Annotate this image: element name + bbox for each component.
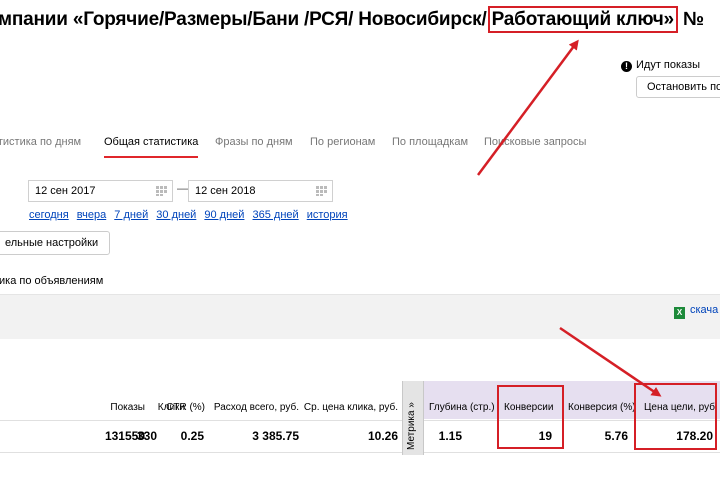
range-365-days[interactable]: 365 дней <box>253 209 299 221</box>
annotation-box-cost-per-goal <box>634 383 717 450</box>
header-impressions[interactable]: Показы <box>110 402 145 413</box>
cell-conversion-rate: 5.76 <box>604 429 628 443</box>
cell-clicks: 330 <box>136 429 157 443</box>
tab-daily-stats[interactable]: атистика по дням <box>0 136 81 148</box>
range-7-days[interactable]: 7 дней <box>114 209 148 221</box>
stop-impressions-button[interactable]: Остановить по <box>636 76 720 98</box>
row-divider <box>0 452 720 453</box>
additional-settings-button[interactable]: ельные настройки <box>0 231 110 255</box>
annotation-box-conversions <box>497 385 564 449</box>
highlighted-keyword: Работающий ключ» <box>487 6 678 33</box>
date-from-value: 12 сен 2017 <box>35 185 96 197</box>
header-ctr[interactable]: CTR (%) <box>166 402 205 413</box>
row-divider <box>0 420 720 421</box>
status-text: Идут показы <box>636 59 700 71</box>
tab-general-stats[interactable]: Общая статистика <box>104 136 199 158</box>
campaign-name: «Горячие/Размеры/Бани /РСЯ/ Новосибирск/ <box>72 9 487 30</box>
title-suffix: № <box>677 9 704 30</box>
excel-icon: X <box>674 307 685 319</box>
section-label: тика по объявлениям <box>0 275 104 287</box>
metrika-toggle[interactable]: Метрика » <box>402 381 424 455</box>
arrow-to-title <box>476 39 579 176</box>
download-label: скача <box>690 304 719 316</box>
range-30-days[interactable]: 30 дней <box>156 209 196 221</box>
info-icon: ! <box>621 61 632 72</box>
campaign-title: мпании «Горячие/Размеры/Бани /РСЯ/ Новос… <box>0 6 704 33</box>
range-yesterday[interactable]: вчера <box>77 209 106 221</box>
header-avg-cpc[interactable]: Ср. цена клика, руб. <box>304 402 398 413</box>
quick-date-ranges: сегодня вчера 7 дней 30 дней 90 дней 365… <box>29 209 353 221</box>
header-spend[interactable]: Расход всего, руб. <box>214 402 299 413</box>
header-depth[interactable]: Глубина (стр.) <box>429 402 495 413</box>
date-to-value: 12 сен 2018 <box>195 185 256 197</box>
toolbar-band <box>0 295 720 339</box>
cell-avg-cpc: 10.26 <box>367 429 398 443</box>
calendar-icon[interactable] <box>316 186 327 196</box>
cell-spend: 3 385.75 <box>252 429 299 443</box>
date-from-input[interactable]: 12 сен 2017 <box>28 180 173 202</box>
range-90-days[interactable]: 90 дней <box>204 209 244 221</box>
range-today[interactable]: сегодня <box>29 209 69 221</box>
range-history[interactable]: история <box>307 209 348 221</box>
tab-by-placement[interactable]: По площадкам <box>392 136 468 148</box>
calendar-icon[interactable] <box>156 186 167 196</box>
cell-depth: 1.15 <box>438 429 462 443</box>
header-conversion-rate[interactable]: Конверсия (%) <box>568 402 636 413</box>
tab-search-queries[interactable]: Поисковые запросы <box>484 136 586 148</box>
campaign-status: ! Идут показы <box>621 59 700 72</box>
date-to-input[interactable]: 12 сен 2018 <box>188 180 333 202</box>
tab-phrases-by-day[interactable]: Фразы по дням <box>215 136 293 148</box>
download-link[interactable]: Xскача <box>674 304 718 319</box>
tab-by-region[interactable]: По регионам <box>310 136 375 148</box>
cell-ctr: 0.25 <box>180 429 204 443</box>
metrika-label: Метрика » <box>406 402 417 450</box>
title-prefix: мпании <box>0 9 68 30</box>
